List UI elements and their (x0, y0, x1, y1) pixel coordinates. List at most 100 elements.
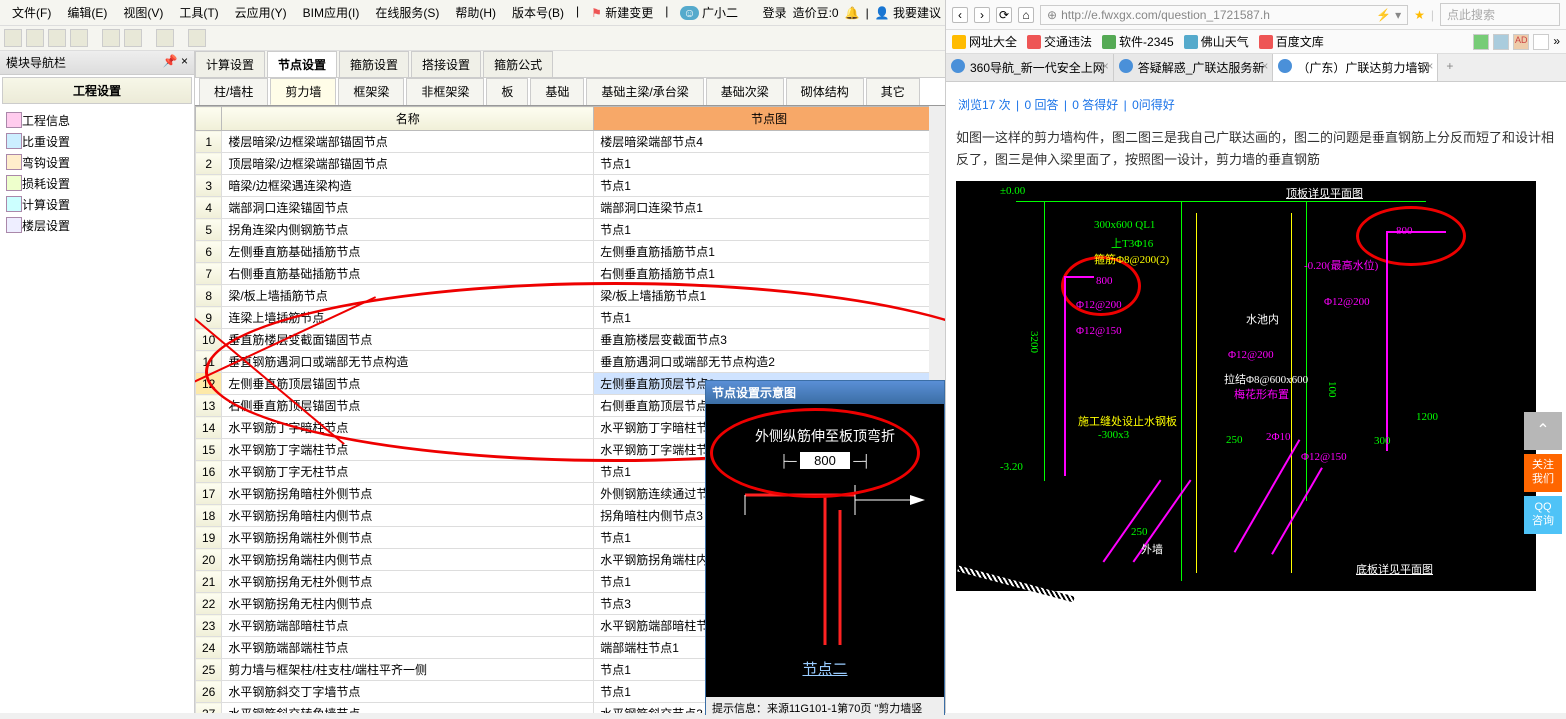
tree-item-calc[interactable]: 计算设置 (4, 194, 190, 215)
menu-tools[interactable]: 工具(T) (171, 2, 226, 23)
tree-item-project-info[interactable]: 工程信息 (4, 110, 190, 131)
menu-file[interactable]: 文件(F) (4, 2, 59, 23)
ext-icon-3[interactable]: AD (1513, 34, 1529, 50)
cell-name[interactable]: 水平钢筋斜交丁字墙节点 (222, 681, 594, 703)
toolbar-icon-1[interactable] (4, 29, 22, 47)
table-row[interactable]: 7右侧垂直筋基础插筋节点右侧垂直筋插筋节点1 (196, 263, 945, 285)
cell-name[interactable]: 水平钢筋端部暗柱节点 (222, 615, 594, 637)
tab2-shearwall[interactable]: 剪力墙 (270, 78, 336, 105)
toolbar-icon-8[interactable] (188, 29, 206, 47)
cell-diagram[interactable]: 左侧垂直筋插筋节点1 (594, 241, 945, 263)
cell-diagram[interactable]: 节点1 (594, 219, 945, 241)
table-row[interactable]: 1楼层暗梁/边框梁端部锚固节点楼层暗梁端部节点4 (196, 131, 945, 153)
table-row[interactable]: 2顶层暗梁/边框梁端部锚固节点节点1 (196, 153, 945, 175)
node-preview-window[interactable]: 节点设置示意图 外侧纵筋伸至板顶弯折 ├─ ─┤ 节点二 提示信息：来源11G1… (705, 380, 945, 715)
menu-edit[interactable]: 编辑(E) (59, 2, 115, 23)
cell-name[interactable]: 水平钢筋丁字暗柱节点 (222, 417, 594, 439)
gxe-button[interactable]: ☺ 广小二 (672, 2, 746, 23)
home-button[interactable]: ⌂ (1018, 7, 1034, 23)
ext-icon-1[interactable] (1473, 34, 1489, 50)
cell-diagram[interactable]: 右侧垂直筋插筋节点1 (594, 263, 945, 285)
cell-name[interactable]: 右侧垂直筋基础插筋节点 (222, 263, 594, 285)
tab2-other[interactable]: 其它 (866, 78, 920, 105)
new-tab-button[interactable]: + (1438, 54, 1461, 81)
cell-diagram[interactable]: 端部洞口连梁节点1 (594, 197, 945, 219)
bell-icon[interactable]: 🔔 (845, 6, 860, 20)
reload-button[interactable]: ⟳ (996, 7, 1012, 23)
cell-name[interactable]: 水平钢筋丁字无柱节点 (222, 461, 594, 483)
tab2-slab[interactable]: 板 (486, 78, 528, 105)
project-settings-header[interactable]: 工程设置 (2, 77, 192, 104)
cell-name[interactable]: 梁/板上墙插筋节点 (222, 285, 594, 307)
new-change-button[interactable]: ⚑ 新建变更 (583, 2, 661, 23)
table-row[interactable]: 5拐角连梁内侧钢筋节点节点1 (196, 219, 945, 241)
table-row[interactable]: 10垂直筋楼层变截面锚固节点垂直筋楼层变截面节点3 (196, 329, 945, 351)
cell-name[interactable]: 水平钢筋斜交转角墙节点 (222, 703, 594, 714)
toolbar-icon-4[interactable] (70, 29, 88, 47)
menu-cloud[interactable]: 云应用(Y) (227, 2, 295, 23)
tree-item-weight[interactable]: 比重设置 (4, 131, 190, 152)
tree-item-hook[interactable]: 弯钩设置 (4, 152, 190, 173)
tab-close-icon[interactable]: × (1102, 59, 1109, 73)
table-row[interactable]: 3暗梁/边框梁遇连梁构造节点1 (196, 175, 945, 197)
menu-help[interactable]: 帮助(H) (447, 2, 504, 23)
tab2-foundation-secbeam[interactable]: 基础次梁 (706, 78, 784, 105)
tab2-nonframe-beam[interactable]: 非框架梁 (406, 78, 484, 105)
ext-more[interactable]: » (1553, 34, 1560, 50)
cell-name[interactable]: 暗梁/边框梁遇连梁构造 (222, 175, 594, 197)
dropdown-icon[interactable]: ▾ (1395, 8, 1401, 22)
cell-name[interactable]: 剪力墙与框架柱/柱支柱/端柱平齐一侧 (222, 659, 594, 681)
qq-consult-button[interactable]: QQ 咨询 (1524, 496, 1562, 534)
table-row[interactable]: 6左侧垂直筋基础插筋节点左侧垂直筋插筋节点1 (196, 241, 945, 263)
browser-tab-1[interactable]: 答疑解惑_广联达服务新× (1114, 54, 1274, 81)
table-row[interactable]: 8梁/板上墙插筋节点梁/板上墙插筋节点1 (196, 285, 945, 307)
scroll-top-button[interactable]: ⌃ (1524, 412, 1562, 450)
cell-diagram[interactable]: 节点1 (594, 307, 945, 329)
cell-name[interactable]: 左侧垂直筋顶层锚固节点 (222, 373, 594, 395)
cell-name[interactable]: 左侧垂直筋基础插筋节点 (222, 241, 594, 263)
cell-name[interactable]: 楼层暗梁/边框梁端部锚固节点 (222, 131, 594, 153)
menu-version[interactable]: 版本号(B) (504, 2, 572, 23)
bookmark-sites[interactable]: 网址大全 (952, 33, 1017, 50)
cell-name[interactable]: 连梁上墙插筋节点 (222, 307, 594, 329)
tab2-masonry[interactable]: 砌体结构 (786, 78, 864, 105)
tree-item-floor[interactable]: 楼层设置 (4, 215, 190, 236)
table-row[interactable]: 11垂直钢筋遇洞口或端部无节点构造垂直筋遇洞口或端部无节点构造2 (196, 351, 945, 373)
address-bar[interactable]: ⊕ http://e.fwxgx.com/question_1721587.h … (1040, 5, 1408, 25)
cell-name[interactable]: 垂直钢筋遇洞口或端部无节点构造 (222, 351, 594, 373)
tab-stirrup-formula[interactable]: 箍筋公式 (483, 51, 553, 77)
back-button[interactable]: ‹ (952, 7, 968, 23)
preview-node-name[interactable]: 节点二 (714, 658, 936, 679)
cell-diagram[interactable]: 垂直筋楼层变截面节点3 (594, 329, 945, 351)
cell-name[interactable]: 拐角连梁内侧钢筋节点 (222, 219, 594, 241)
tab-node-settings[interactable]: 节点设置 (267, 51, 337, 77)
tab-close-icon[interactable]: × (1426, 59, 1433, 73)
suggest-button[interactable]: 👤 我要建议 (875, 4, 941, 21)
cell-name[interactable]: 顶层暗梁/边框梁端部锚固节点 (222, 153, 594, 175)
cell-diagram[interactable]: 节点1 (594, 153, 945, 175)
tab2-frame-beam[interactable]: 框架梁 (338, 78, 404, 105)
login-link[interactable]: 登录 (763, 4, 787, 21)
bookmark-weather[interactable]: 佛山天气 (1184, 33, 1249, 50)
cell-diagram[interactable]: 垂直筋遇洞口或端部无节点构造2 (594, 351, 945, 373)
bookmark-software[interactable]: 软件-2345 (1102, 33, 1174, 50)
menu-online[interactable]: 在线服务(S) (367, 2, 447, 23)
bookmark-traffic[interactable]: 交通违法 (1027, 33, 1092, 50)
cell-name[interactable]: 水平钢筋丁字端柱节点 (222, 439, 594, 461)
browser-tab-0[interactable]: 360导航_新一代安全上网× (946, 54, 1114, 81)
cell-name[interactable]: 水平钢筋拐角无柱外侧节点 (222, 571, 594, 593)
cell-name[interactable]: 水平钢筋拐角无柱内侧节点 (222, 593, 594, 615)
tab-lap-settings[interactable]: 搭接设置 (411, 51, 481, 77)
menu-bim[interactable]: BIM应用(I) (295, 2, 368, 23)
cell-diagram[interactable]: 楼层暗梁端部节点4 (594, 131, 945, 153)
cell-name[interactable]: 水平钢筋端部端柱节点 (222, 637, 594, 659)
tab2-foundation[interactable]: 基础 (530, 78, 584, 105)
bookmark-wenku[interactable]: 百度文库 (1259, 33, 1324, 50)
toolbar-icon-5[interactable] (102, 29, 120, 47)
tab2-column[interactable]: 柱/墙柱 (199, 78, 268, 105)
toolbar-icon-3[interactable] (48, 29, 66, 47)
tab2-foundation-mainbeam[interactable]: 基础主梁/承台梁 (586, 78, 703, 105)
ext-icon-4[interactable] (1533, 34, 1549, 50)
cell-diagram[interactable]: 梁/板上墙插筋节点1 (594, 285, 945, 307)
ext-icon-2[interactable] (1493, 34, 1509, 50)
